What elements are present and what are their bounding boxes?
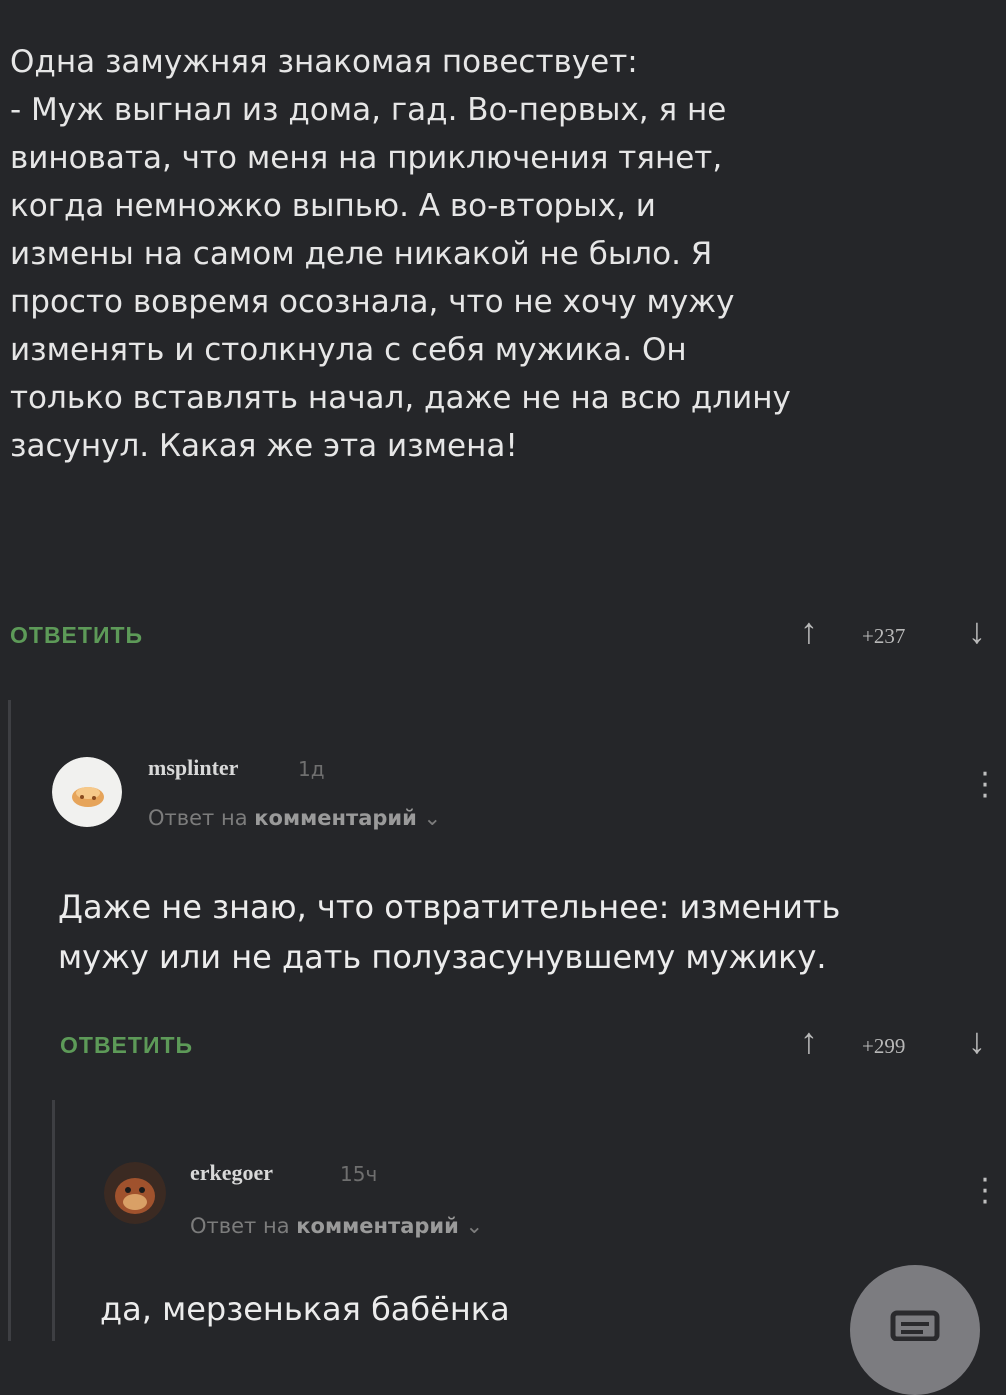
post-vote-bar: ↑ +237 ↓ — [800, 610, 1000, 660]
comment-time: 1д — [298, 757, 325, 781]
downvote-icon[interactable]: ↓ — [968, 1020, 986, 1062]
post-line: когда немножко выпью. А во-вторых, и — [10, 188, 656, 224]
post-line: изменять и столкнула с себя мужика. Он — [10, 332, 687, 368]
post-text: Одна замужняя знакомая повествует: - Муж… — [10, 38, 995, 470]
upvote-icon[interactable]: ↑ — [800, 1020, 818, 1062]
avatar[interactable] — [52, 757, 122, 827]
post-line: только вставлять начал, даже не на всю д… — [10, 380, 791, 416]
reply-to-prefix: Ответ на — [190, 1214, 290, 1238]
upvote-icon[interactable]: ↑ — [800, 610, 818, 652]
comment-username[interactable]: erkegoer — [190, 1160, 273, 1186]
post-line: виновата, что меня на приключения тянет, — [10, 140, 723, 176]
reply-to-link[interactable]: Ответ на комментарий ⌄ — [190, 1214, 483, 1238]
post-score: +237 — [862, 624, 906, 648]
comment-username[interactable]: msplinter — [148, 755, 238, 781]
more-vertical-icon[interactable]: · · · — [978, 1166, 992, 1218]
comment-line: мужу или не дать полузасунувшему мужику. — [58, 938, 827, 976]
post-line: - Муж выгнал из дома, гад. Во-первых, я … — [10, 92, 727, 128]
avatar[interactable] — [104, 1162, 166, 1224]
post-reply-button[interactable]: ОТВЕТИТЬ — [10, 622, 143, 649]
avatar-image — [52, 757, 122, 827]
comment-body: Даже не знаю, что отвратительнее: измени… — [58, 882, 840, 982]
thread-line-nested — [52, 1100, 55, 1341]
downvote-icon[interactable]: ↓ — [968, 610, 986, 652]
comment-line: Даже не знаю, что отвратительнее: измени… — [58, 888, 841, 926]
comment-vote-bar: ↑ +299 ↓ — [800, 1020, 1000, 1070]
reply-to-target: комментарий — [296, 1214, 459, 1238]
comment-fab[interactable] — [850, 1265, 980, 1395]
post-line: измены на самом деле никакой не было. Я — [10, 236, 713, 272]
more-vertical-icon[interactable]: · · · — [978, 760, 992, 812]
reply-to-prefix: Ответ на — [148, 806, 248, 830]
reply-to-target: комментарий — [254, 806, 417, 830]
chevron-down-icon: ⌄ — [465, 1214, 484, 1238]
thread-line — [8, 700, 11, 1341]
comment-line: да, мерзенькая бабёнка — [100, 1290, 510, 1328]
comment-body: да, мерзенькая бабёнка — [100, 1284, 510, 1334]
comment-reply-button[interactable]: ОТВЕТИТЬ — [60, 1032, 193, 1059]
chevron-down-icon: ⌄ — [423, 806, 442, 830]
avatar-image — [104, 1162, 166, 1224]
post-line: засунул. Какая же эта измена! — [10, 428, 518, 464]
comment-icon — [890, 1310, 940, 1342]
post-line: Одна замужняя знакомая повествует: — [10, 44, 638, 80]
comment-score: +299 — [862, 1034, 906, 1058]
reply-to-link[interactable]: Ответ на комментарий ⌄ — [148, 806, 441, 830]
post-line: просто вовремя осознала, что не хочу муж… — [10, 284, 735, 320]
comment-time: 15ч — [340, 1162, 378, 1186]
